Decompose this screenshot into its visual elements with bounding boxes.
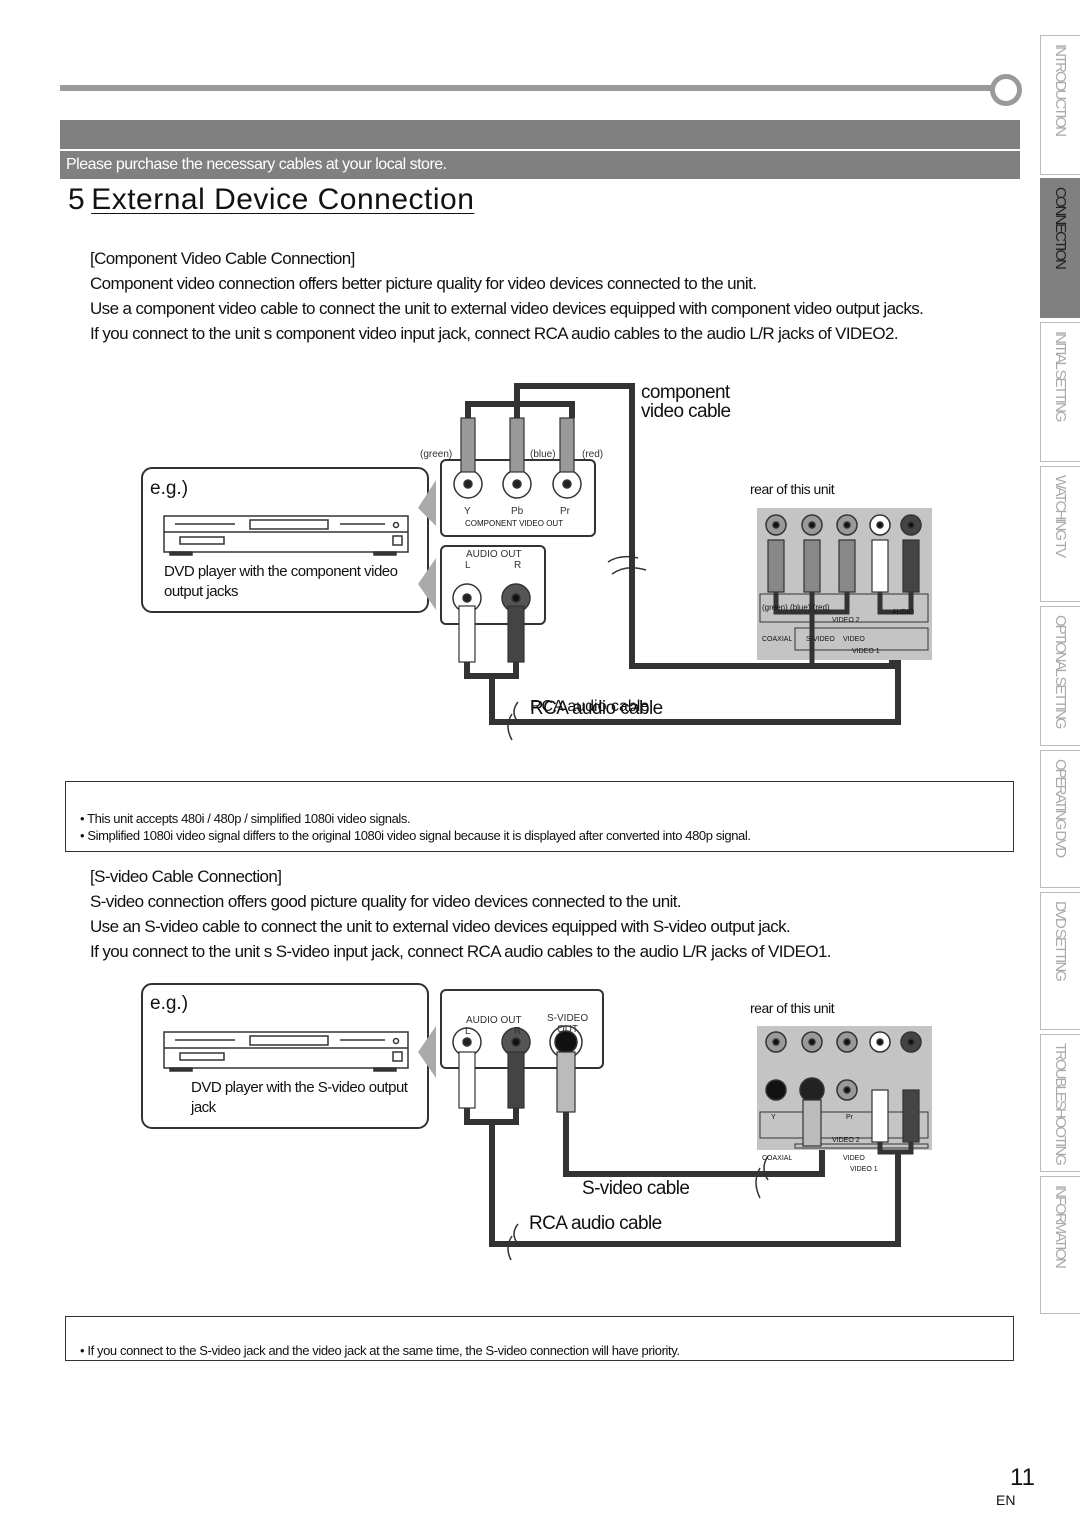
plug-color-red: (red) (582, 449, 604, 460)
rca-audio-cable-label-text: RCA audio cable (530, 698, 663, 719)
dvd-player-illustration (163, 1031, 409, 1072)
rear-video1-label: VIDEO 1 (852, 648, 880, 655)
svideo-out-label-1: S-VIDEO (547, 1013, 589, 1024)
rear-svideo-label: S-VIDEO (806, 636, 835, 643)
side-tab-label: INTRODUCTION (1052, 44, 1069, 135)
cable-break-mark (607, 555, 647, 575)
rear-video-label: VIDEO (843, 1155, 865, 1162)
rear-y-label: Y (771, 1114, 776, 1121)
device-caption: DVD player with the S-video output jack (191, 1079, 408, 1116)
svideo-line: If you connect to the unit s S-video inp… (90, 942, 832, 961)
jack-label-pr: Pr (560, 506, 570, 517)
svideo-line: Use an S-video cable to connect the unit… (90, 917, 791, 936)
rear-video2-label: VIDEO 2 (832, 1137, 860, 1144)
rear-plug-colors: (green) (blue) (red) (762, 603, 830, 612)
side-tab-initial-setting[interactable]: INITIAL SETTING (1040, 322, 1080, 462)
cable-label-line: video cable (641, 401, 731, 422)
cable-label-line: component (641, 382, 730, 403)
component-note-box: • This unit accepts 480i / 480p / simpli… (65, 781, 1014, 852)
component-heading: [Component Video Cable Connection] (90, 249, 355, 268)
svideo-line: S-video connection offers good picture q… (90, 892, 682, 911)
svideo-heading: [S-video Cable Connection] (90, 867, 282, 886)
rear-of-unit-label: rear of this unit (750, 1000, 835, 1016)
rear-of-unit-label: rear of this unit (750, 481, 835, 497)
device-caption: DVD player with the component video outp… (164, 563, 398, 600)
jack-label-y: Y (464, 506, 471, 517)
side-tab-label: OPERATING DVD (1052, 759, 1069, 857)
component-section-text: [Component Video Cable Connection] Compo… (90, 246, 1010, 346)
side-tab-label: DVD SETTING (1052, 901, 1069, 980)
rear-coaxial-label: COAXIAL (762, 1155, 793, 1162)
side-tab-label: CONNECTION (1052, 187, 1069, 268)
section-number: 5 (68, 183, 86, 216)
side-tab-watching-tv[interactable]: WATCHING TV (1040, 466, 1080, 602)
rca-audio-cable-label: RCA audio cable (529, 1213, 662, 1234)
eg-label: e.g.) (150, 478, 189, 499)
rear-coaxial-label: COAXIAL (762, 636, 793, 643)
side-tab-connection[interactable]: CONNECTION (1040, 178, 1080, 318)
page-title: 5 External Device Connection (68, 183, 474, 217)
side-tab-operating-dvd[interactable]: OPERATING DVD (1040, 750, 1080, 888)
svideo-section-text: [S-video Cable Connection] S-video conne… (90, 864, 1010, 964)
note-item: • Simplified 1080i video signal differs … (80, 828, 751, 843)
component-line: Use a component video cable to connect t… (90, 299, 924, 318)
rear-audio-label: AUDIO (892, 609, 915, 616)
eg-label: e.g.) (150, 993, 189, 1014)
plug-color-green: (green) (420, 449, 453, 460)
side-tab-introduction[interactable]: INTRODUCTION (1040, 35, 1080, 175)
dvd-player-illustration (163, 515, 409, 556)
header-rule (60, 85, 995, 91)
component-video-cable-label: component video cable (641, 383, 731, 421)
rear-video1-label: VIDEO 1 (850, 1166, 878, 1173)
section-title: External Device Connection (91, 183, 475, 216)
audio-l-label: L (465, 1026, 471, 1037)
header-ring-ornament (990, 74, 1022, 106)
note-item: • This unit accepts 480i / 480p / simpli… (80, 811, 411, 826)
audio-out-label: AUDIO OUT (466, 1015, 522, 1026)
side-tab-label: OPTIONAL SETTING (1052, 615, 1069, 728)
side-tab-label: WATCHING TV (1052, 475, 1069, 557)
side-tab-label: TROUBLESHOOTING (1052, 1043, 1069, 1164)
page-number: 11 (1010, 1464, 1035, 1491)
side-tab-optional-setting[interactable]: OPTIONAL SETTING (1040, 606, 1080, 746)
language-code: EN (996, 1492, 1016, 1508)
audio-out-label: AUDIO OUT (466, 549, 522, 560)
plug-color-blue: (blue) (530, 449, 556, 460)
side-tab-label: INITIAL SETTING (1052, 331, 1069, 421)
svideo-cable-label: S-video cable (582, 1178, 690, 1199)
svideo-out-label-2: OUT (557, 1024, 579, 1035)
side-tab-information[interactable]: INFORMATION (1040, 1176, 1080, 1314)
header-band (60, 120, 1020, 149)
component-line: If you connect to the unit s component v… (90, 324, 899, 343)
jack-label-pb: Pb (511, 506, 524, 517)
note-item: • If you connect to the S-video jack and… (80, 1343, 680, 1358)
component-line: Component video connection offers better… (90, 274, 757, 293)
side-tab-troubleshooting[interactable]: TROUBLESHOOTING (1040, 1034, 1080, 1172)
purchase-notice: Please purchase the necessary cables at … (60, 151, 1020, 179)
side-tab-label: INFORMATION (1052, 1185, 1069, 1267)
component-jacks (453, 469, 582, 499)
svideo-note-box: • If you connect to the S-video jack and… (65, 1316, 1014, 1361)
rear-video2-label: VIDEO 2 (832, 617, 860, 624)
audio-r-label: R (514, 560, 522, 571)
rear-video-label: VIDEO (843, 636, 865, 643)
audio-r-label: R (514, 1026, 522, 1037)
audio-l-label: L (465, 560, 471, 571)
side-tab-dvd-setting[interactable]: DVD SETTING (1040, 892, 1080, 1030)
component-video-out-label: COMPONENT VIDEO OUT (465, 519, 564, 528)
rear-pr-label: Pr (846, 1114, 853, 1121)
